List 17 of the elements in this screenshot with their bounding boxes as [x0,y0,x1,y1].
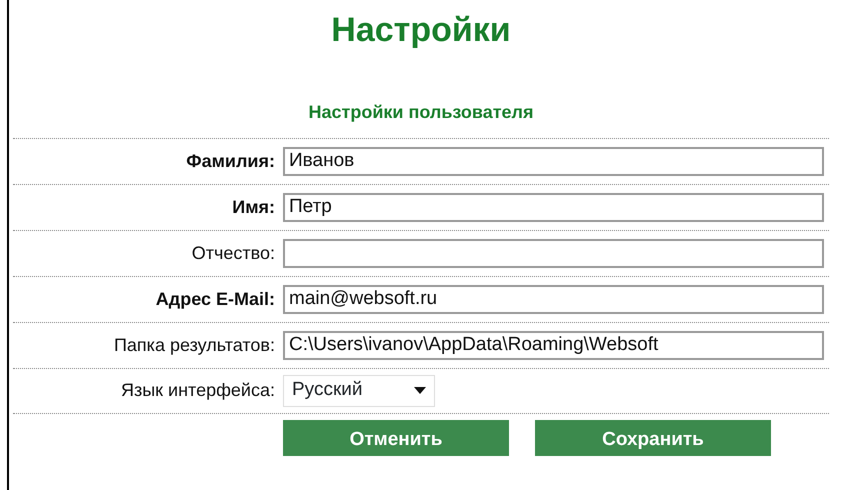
section-title: Настройки пользователя [308,102,534,124]
page-title: Настройки [330,10,512,51]
text-field[interactable] [283,238,824,268]
save-button[interactable]: Сохранить [535,420,771,456]
text-field[interactable]: Иванов [283,146,824,176]
field-label: Язык интерфейса: [120,379,276,402]
field-label: Имя: [231,196,276,219]
field-label: Отчество: [190,242,276,265]
field-label: Адрес E-Mail: [154,288,276,311]
text-field[interactable]: Петр [283,192,824,222]
field-label: Фамилия: [185,150,276,173]
field-label: Папка результатов: [112,334,276,357]
language-dropdown[interactable]: Русский [283,374,435,407]
caret-icon [414,387,426,394]
text-field[interactable]: C:\Users\ivanov\AppData\Roaming\Websoft [283,330,824,360]
cancel-button[interactable]: Отменить [283,420,509,456]
text-field[interactable]: main@websoft.ru [283,284,824,314]
